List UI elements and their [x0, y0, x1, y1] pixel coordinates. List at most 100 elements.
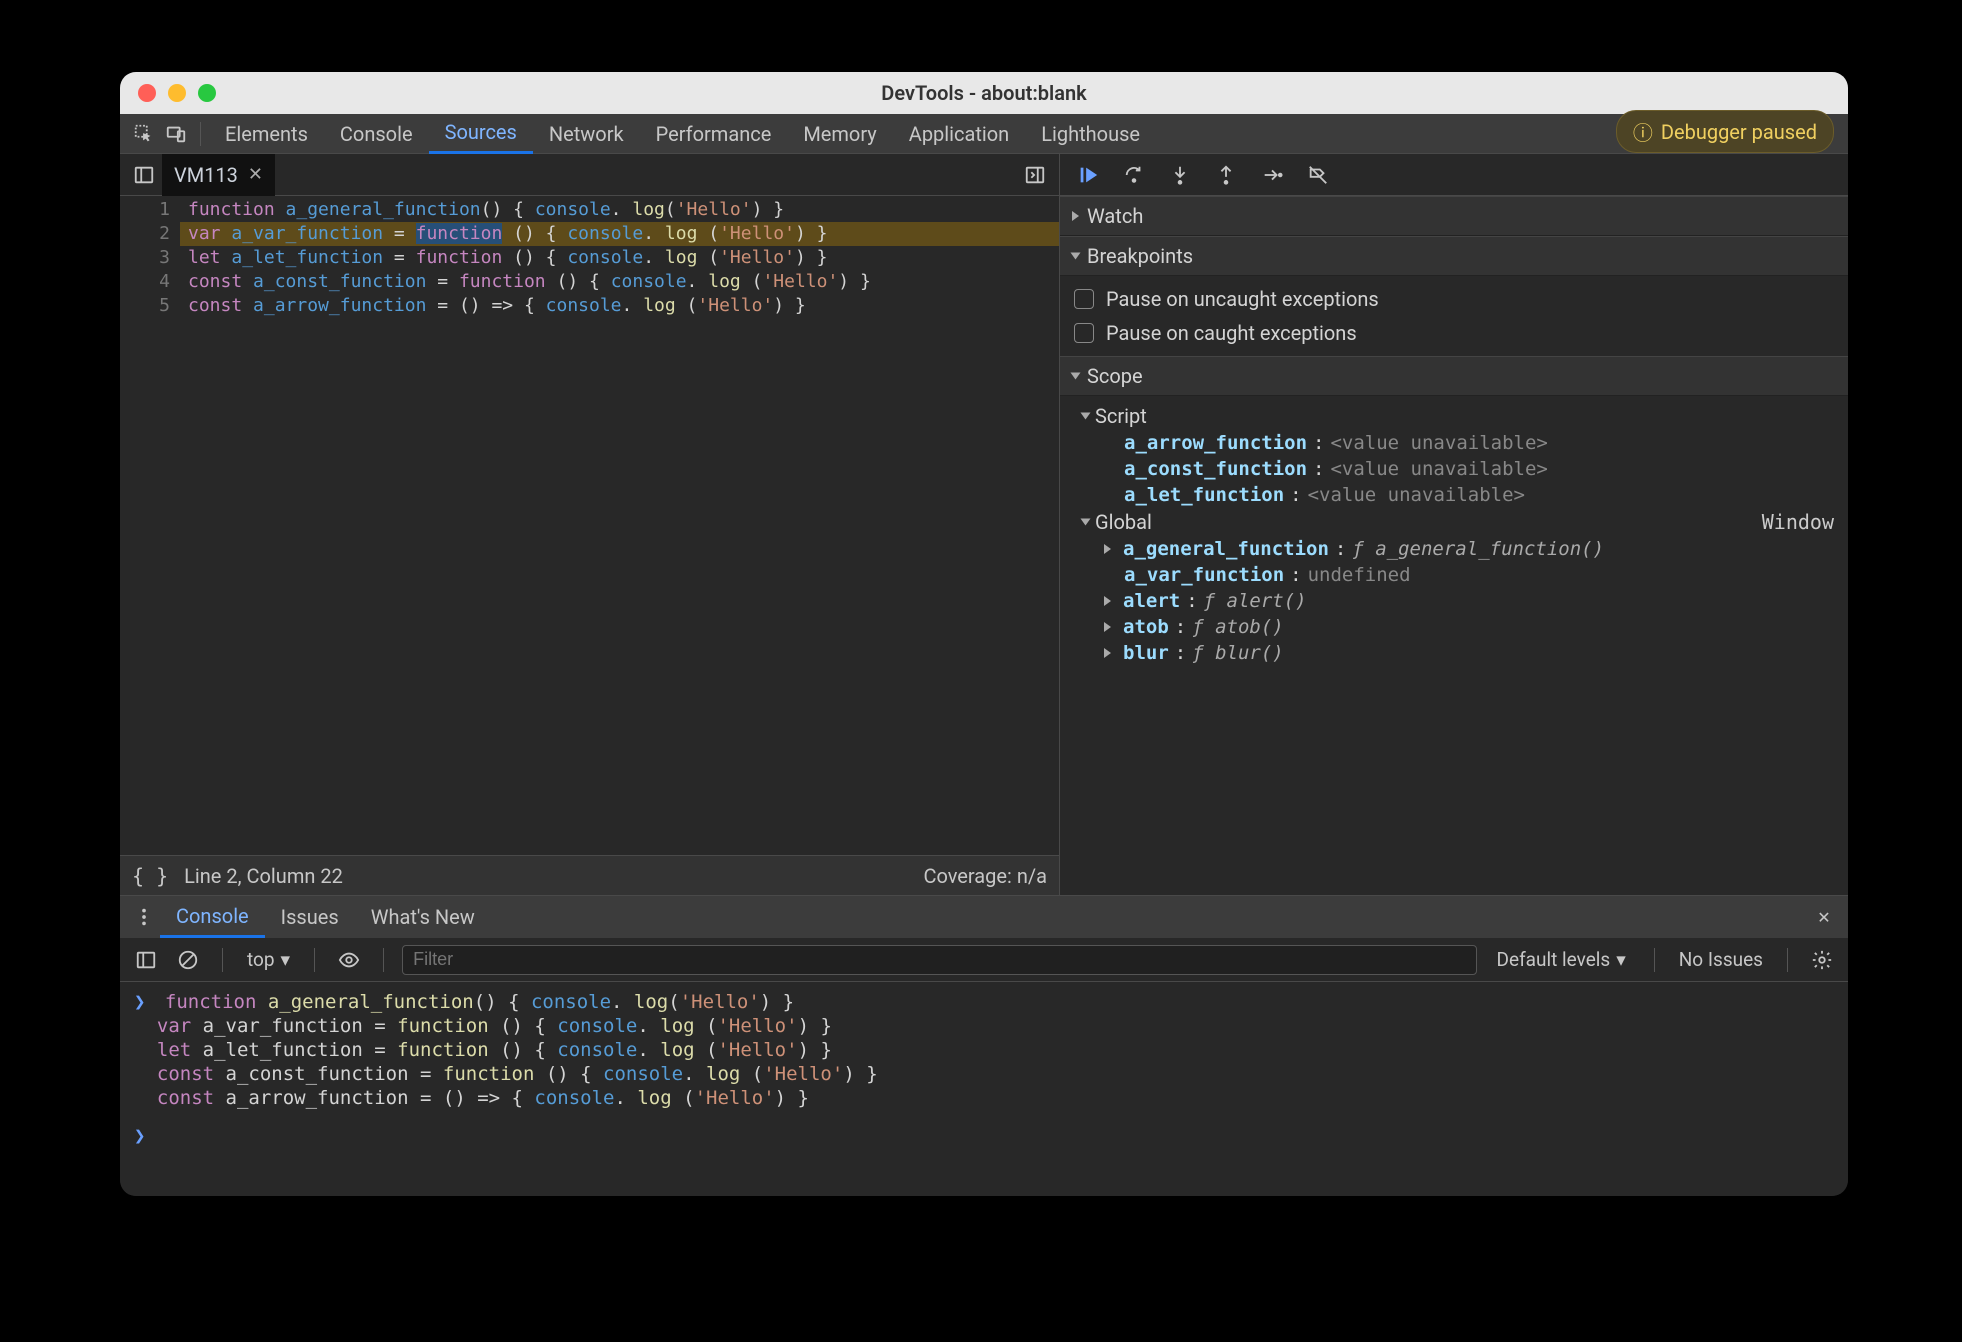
console-sidebar-toggle-icon[interactable]: [130, 944, 162, 976]
breakpoints-body: Pause on uncaught exceptions Pause on ca…: [1060, 276, 1848, 356]
editor-statusbar: { } Line 2, Column 22 Coverage: n/a: [120, 855, 1059, 895]
drawer-tab-console[interactable]: Console: [160, 896, 265, 938]
file-tab-label: VM113: [174, 163, 238, 187]
global-type: Window: [1762, 510, 1848, 534]
checkbox-icon[interactable]: [1074, 323, 1094, 343]
drawer-kebab-icon[interactable]: [128, 901, 160, 933]
divider: [1787, 948, 1788, 972]
debugger-panes: Watch Breakpoints Pause on uncaught exce…: [1060, 196, 1848, 895]
code-line[interactable]: var a_var_function = function () { conso…: [180, 222, 1059, 246]
close-tab-icon[interactable]: ✕: [248, 164, 263, 185]
scope-script-header[interactable]: Script: [1074, 402, 1848, 430]
tab-lighthouse[interactable]: Lighthouse: [1025, 114, 1156, 154]
watch-pane-header[interactable]: Watch: [1060, 196, 1848, 236]
pause-uncaught-row[interactable]: Pause on uncaught exceptions: [1074, 282, 1848, 316]
breakpoints-pane-header[interactable]: Breakpoints: [1060, 236, 1848, 276]
step-into-icon[interactable]: [1166, 161, 1194, 189]
tab-sources[interactable]: Sources: [429, 114, 533, 154]
scope-variable[interactable]: blur: ƒ blur(): [1096, 640, 1848, 666]
file-tab-bar: VM113 ✕: [120, 154, 1059, 196]
scope-pane-header[interactable]: Scope: [1060, 356, 1848, 396]
watch-label: Watch: [1087, 204, 1143, 228]
levels-label: Default levels: [1497, 948, 1611, 971]
console-prompt-icon: ❯: [134, 1125, 153, 1147]
chevron-down-icon: ▾: [281, 948, 291, 971]
console-line: ❯ function a_general_function() { consol…: [134, 990, 1834, 1014]
pause-caught-label: Pause on caught exceptions: [1106, 321, 1357, 345]
code-editor[interactable]: 12345 function a_general_function() { co…: [120, 196, 1059, 855]
device-toggle-icon[interactable]: [160, 118, 192, 150]
step-icon[interactable]: [1258, 161, 1286, 189]
scope-variable[interactable]: a_let_function: <value unavailable>: [1096, 482, 1848, 508]
scope-variable[interactable]: a_arrow_function: <value unavailable>: [1096, 430, 1848, 456]
code-line[interactable]: let a_let_function = function () { conso…: [180, 246, 1059, 270]
step-out-icon[interactable]: [1212, 161, 1240, 189]
console-toolbar: top▾ Default levels▾ No Issues: [120, 938, 1848, 982]
triangle-down-icon: [1071, 373, 1081, 380]
execution-context-selector[interactable]: top ▾: [241, 948, 296, 971]
divider: [383, 948, 384, 972]
drawer-tab-what-s-new[interactable]: What's New: [355, 896, 491, 938]
debugger-paused-badge: ⓘ Debugger paused: [1616, 110, 1834, 153]
log-levels-selector[interactable]: Default levels▾: [1487, 948, 1636, 971]
pause-uncaught-label: Pause on uncaught exceptions: [1106, 287, 1379, 311]
main-tabs: ElementsConsoleSourcesNetworkPerformance…: [120, 114, 1848, 154]
sources-left-pane: VM113 ✕ 12345 function a_general_functio…: [120, 154, 1060, 895]
pause-caught-row[interactable]: Pause on caught exceptions: [1074, 316, 1848, 350]
navigator-toggle-icon[interactable]: [126, 157, 162, 193]
window-title: DevTools - about:blank: [120, 81, 1848, 105]
run-snippet-icon[interactable]: [1017, 157, 1053, 193]
issues-counter[interactable]: No Issues: [1673, 948, 1769, 971]
console-line: let a_let_function = function () { conso…: [134, 1038, 1834, 1062]
pretty-print-icon[interactable]: { }: [132, 864, 168, 888]
debugger-pane: ⓘ Debugger paused Watch Breakpoints Paus…: [1060, 154, 1848, 895]
scope-variable[interactable]: a_const_function: <value unavailable>: [1096, 456, 1848, 482]
console-line: var a_var_function = function () { conso…: [134, 1014, 1834, 1038]
step-over-icon[interactable]: [1120, 161, 1148, 189]
file-tab-vm113[interactable]: VM113 ✕: [162, 154, 275, 196]
tab-console[interactable]: Console: [324, 114, 429, 154]
scope-variable[interactable]: a_general_function: ƒ a_general_function…: [1096, 536, 1848, 562]
resume-icon[interactable]: [1074, 161, 1102, 189]
console-filter-input[interactable]: [402, 945, 1476, 975]
script-label: Script: [1095, 404, 1147, 428]
global-label: Global: [1095, 510, 1152, 534]
inspect-element-icon[interactable]: [128, 118, 160, 150]
console-output[interactable]: ❯ function a_general_function() { consol…: [120, 982, 1848, 1196]
code-line[interactable]: const a_const_function = function () { c…: [180, 270, 1059, 294]
scope-global-header[interactable]: Global Window: [1074, 508, 1848, 536]
devtools-window: DevTools - about:blank ElementsConsoleSo…: [120, 72, 1848, 1196]
chevron-down-icon: ▾: [1616, 948, 1626, 971]
checkbox-icon[interactable]: [1074, 289, 1094, 309]
tab-application[interactable]: Application: [893, 114, 1025, 154]
code-line[interactable]: const a_arrow_function = () => { console…: [180, 294, 1059, 318]
clear-console-icon[interactable]: [172, 944, 204, 976]
tab-performance[interactable]: Performance: [640, 114, 788, 154]
tab-elements[interactable]: Elements: [209, 114, 324, 154]
editor-code[interactable]: function a_general_function() { console.…: [180, 196, 1059, 855]
cursor-position: Line 2, Column 22: [184, 864, 343, 888]
triangle-down-icon: [1081, 519, 1091, 526]
live-expression-icon[interactable]: [333, 944, 365, 976]
close-drawer-icon[interactable]: ✕: [1808, 901, 1840, 933]
deactivate-breakpoints-icon[interactable]: [1304, 161, 1332, 189]
info-icon: ⓘ: [1633, 117, 1653, 146]
coverage-status: Coverage: n/a: [923, 864, 1047, 888]
tab-memory[interactable]: Memory: [787, 114, 892, 154]
console-settings-gear-icon[interactable]: [1806, 944, 1838, 976]
debugger-toolbar: [1060, 154, 1848, 196]
code-line[interactable]: function a_general_function() { console.…: [180, 198, 1059, 222]
divider: [1654, 948, 1655, 972]
scope-variable[interactable]: alert: ƒ alert(): [1096, 588, 1848, 614]
triangle-down-icon: [1081, 413, 1091, 420]
divider: [200, 122, 201, 146]
divider: [314, 948, 315, 972]
scope-variable[interactable]: atob: ƒ atob(): [1096, 614, 1848, 640]
tab-network[interactable]: Network: [533, 114, 640, 154]
context-label: top: [247, 948, 275, 971]
triangle-down-icon: [1071, 253, 1081, 260]
drawer-tabs: ConsoleIssuesWhat's New ✕: [120, 896, 1848, 938]
scope-variable[interactable]: a_var_function: undefined: [1096, 562, 1848, 588]
issues-label: No Issues: [1679, 948, 1763, 971]
drawer-tab-issues[interactable]: Issues: [265, 896, 355, 938]
